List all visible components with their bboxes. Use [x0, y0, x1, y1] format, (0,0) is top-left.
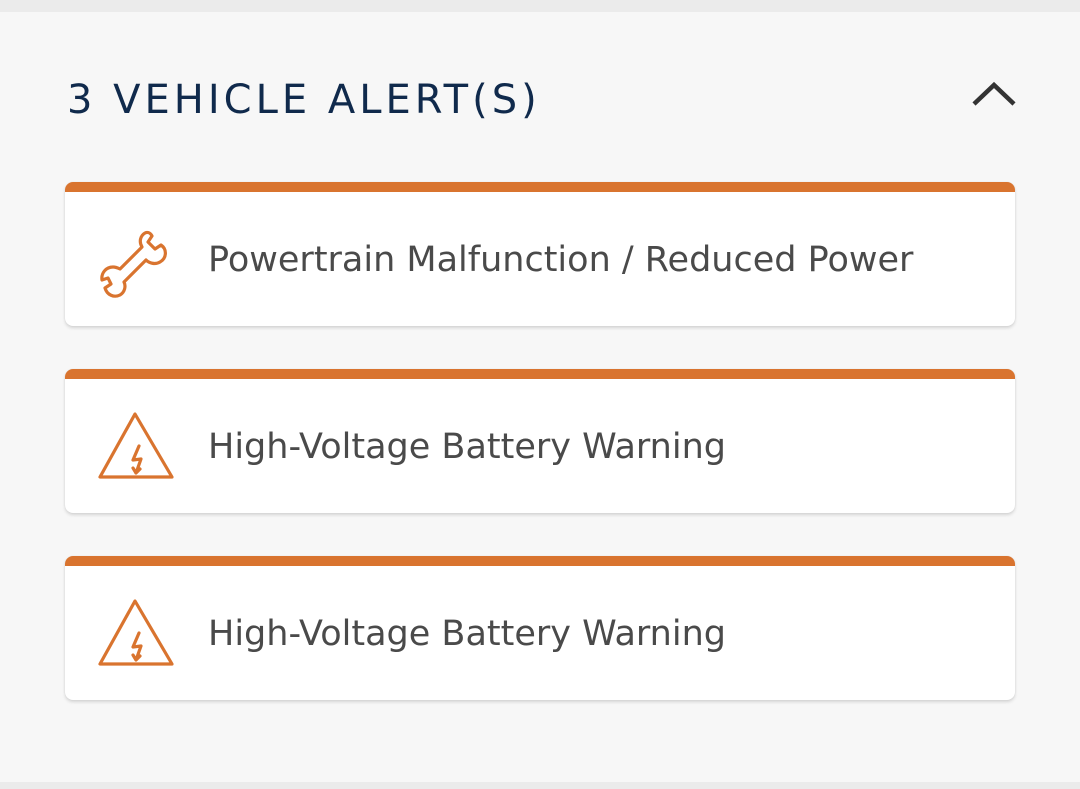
alert-severity-bar [65, 556, 1015, 566]
wrench-icon [95, 218, 179, 302]
chevron-up-icon[interactable] [966, 76, 1022, 124]
high-voltage-warning-icon [95, 592, 179, 676]
alert-label: High-Voltage Battery Warning [208, 614, 726, 654]
vehicle-alerts-panel: 3 VEHICLE ALERT(S) Powertrain Malfunctio… [0, 12, 1080, 782]
alert-label: High-Voltage Battery Warning [208, 427, 726, 467]
alert-item-powertrain[interactable]: Powertrain Malfunction / Reduced Power [65, 182, 1015, 326]
alerts-header[interactable]: 3 VEHICLE ALERT(S) [0, 12, 1080, 192]
alerts-title: 3 VEHICLE ALERT(S) [67, 77, 541, 123]
high-voltage-warning-icon [95, 405, 179, 489]
alert-item-high-voltage-battery[interactable]: High-Voltage Battery Warning [65, 369, 1015, 513]
alert-label: Powertrain Malfunction / Reduced Power [208, 240, 914, 280]
alert-severity-bar [65, 369, 1015, 379]
alert-item-high-voltage-battery[interactable]: High-Voltage Battery Warning [65, 556, 1015, 700]
alert-severity-bar [65, 182, 1015, 192]
